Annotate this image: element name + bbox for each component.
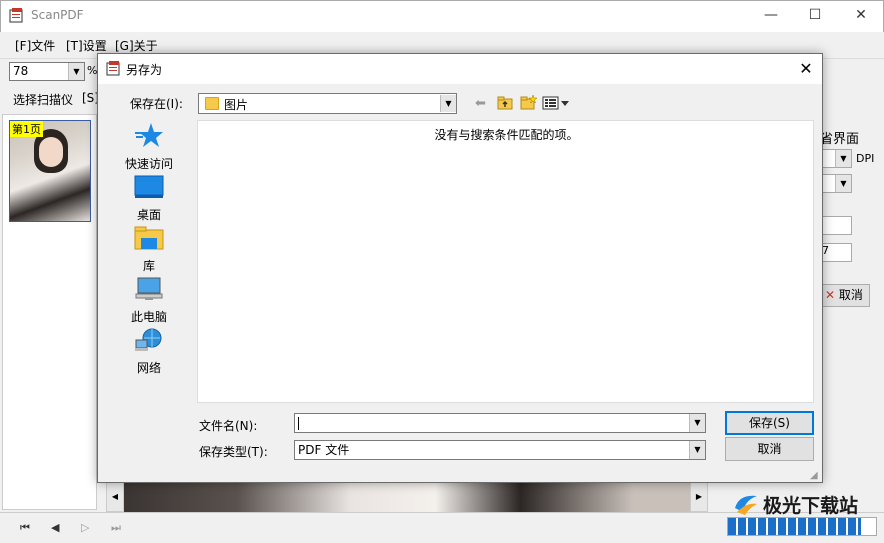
filename-label: 文件名(N): — [199, 419, 258, 433]
scan-preview-image — [124, 482, 690, 512]
place-label: 快速访问 — [124, 157, 173, 171]
resize-grip-icon[interactable]: ◢ — [810, 470, 818, 481]
filename-input[interactable]: ▼ — [294, 413, 706, 433]
place-quick-access[interactable]: 快速访问 — [110, 122, 188, 172]
file-list[interactable]: 没有与搜索条件匹配的项。 — [197, 120, 814, 403]
thumbnail-face — [39, 137, 63, 167]
empty-message: 没有与搜索条件匹配的项。 — [434, 128, 579, 142]
menu-settings[interactable]: [T]设置 — [66, 37, 107, 54]
dialog-title: 另存为 — [126, 63, 163, 77]
select-scanner-button[interactable]: 选择扫描仪 — [13, 91, 73, 108]
place-label: 库 — [142, 259, 155, 273]
chevron-down-icon[interactable]: ▼ — [835, 175, 851, 192]
folder-icon — [205, 97, 219, 110]
dialog-pdf-icon — [106, 61, 120, 76]
new-folder-icon[interactable] — [520, 95, 537, 110]
dpi-label: DPI — [856, 152, 875, 165]
place-network[interactable]: 网络 — [110, 328, 188, 376]
filetype-label: 保存类型(T): — [199, 445, 268, 459]
star-icon — [135, 123, 163, 147]
maximize-button[interactable]: ☐ — [792, 0, 838, 30]
chevron-down-icon[interactable]: ▼ — [835, 150, 851, 167]
scroll-right-icon[interactable]: ▶ — [690, 482, 708, 512]
scroll-left-icon[interactable]: ◀ — [106, 482, 124, 512]
places-bar: 快速访问 桌面 库 此电脑 网络 — [110, 120, 188, 420]
save-button[interactable]: 保存(S) — [725, 411, 814, 435]
place-library[interactable]: 库 — [110, 226, 188, 274]
menu-file[interactable]: [F]文件 — [15, 37, 55, 54]
watermark-text: 极光下载站 — [763, 495, 859, 517]
desktop-icon — [134, 175, 164, 198]
chevron-down-icon[interactable]: ▼ — [689, 441, 705, 459]
save-in-label: 保存在(I): — [130, 97, 183, 111]
app-title: ScanPDF — [31, 8, 84, 22]
cancel-button[interactable]: 取消 — [725, 437, 814, 461]
app-pdf-icon — [9, 8, 23, 23]
chevron-down-icon[interactable]: ▼ — [440, 95, 456, 112]
menu-about[interactable]: [G]关于 — [115, 37, 158, 54]
place-label: 桌面 — [136, 208, 161, 222]
mode-combo[interactable]: ▼ — [820, 174, 852, 193]
up-folder-icon[interactable] — [497, 96, 513, 110]
watermark: 极光下载站 — [733, 491, 881, 517]
zoom-combo[interactable]: 78 ▼ — [9, 62, 85, 81]
progress-fill — [728, 518, 861, 535]
next-page-icon[interactable]: ▷ — [81, 521, 89, 534]
cancel-x-icon: ✕ — [825, 288, 836, 302]
minimize-button[interactable]: — — [748, 0, 794, 30]
chevron-down-icon[interactable]: ▼ — [68, 63, 84, 80]
page-label: 第1页 — [10, 121, 43, 137]
chevron-down-icon[interactable]: ▼ — [689, 414, 705, 432]
back-arrow-icon[interactable]: ⬅ — [475, 96, 486, 111]
panel-cancel-button[interactable]: ✕ 取消 — [820, 284, 870, 307]
save-as-dialog: 另存为 ✕ 保存在(I): 图片 ▼ ⬅ 快速访问 桌面 库 此电脑 网络 没有… — [97, 53, 823, 483]
progress-bar — [727, 517, 877, 536]
dpi-combo[interactable]: ▼ — [820, 149, 852, 168]
save-in-value: 图片 — [224, 98, 249, 112]
zoom-value: 78 — [13, 64, 29, 78]
prev-page-icon[interactable]: ◀ — [51, 521, 59, 534]
last-page-icon[interactable]: ⏭ — [111, 521, 121, 535]
computer-icon — [135, 277, 163, 300]
filetype-combo[interactable]: PDF 文件 ▼ — [294, 440, 706, 460]
panel-field-1[interactable] — [820, 216, 852, 235]
filetype-value: PDF 文件 — [298, 443, 350, 457]
library-icon — [134, 226, 164, 250]
text-cursor — [298, 417, 299, 430]
first-page-icon[interactable]: ⏮ — [20, 521, 30, 535]
save-in-combo[interactable]: 图片 ▼ — [198, 93, 457, 114]
zoom-unit: % — [87, 64, 98, 77]
watermark-logo-icon — [735, 495, 757, 515]
panel-field-2[interactable]: 7 — [820, 243, 852, 262]
place-this-pc[interactable]: 此电脑 — [110, 277, 188, 325]
close-button[interactable]: ✕ — [838, 0, 884, 30]
panel-heading: 省界面 — [820, 132, 860, 147]
place-desktop[interactable]: 桌面 — [110, 175, 188, 223]
network-icon — [135, 328, 162, 351]
dialog-title-bar — [98, 54, 822, 84]
place-label: 此电脑 — [130, 310, 167, 324]
dialog-close-icon[interactable]: ✕ — [794, 57, 818, 81]
view-menu-icon[interactable] — [542, 96, 570, 110]
place-label: 网络 — [136, 361, 161, 375]
panel-cancel-label: 取消 — [838, 288, 863, 302]
